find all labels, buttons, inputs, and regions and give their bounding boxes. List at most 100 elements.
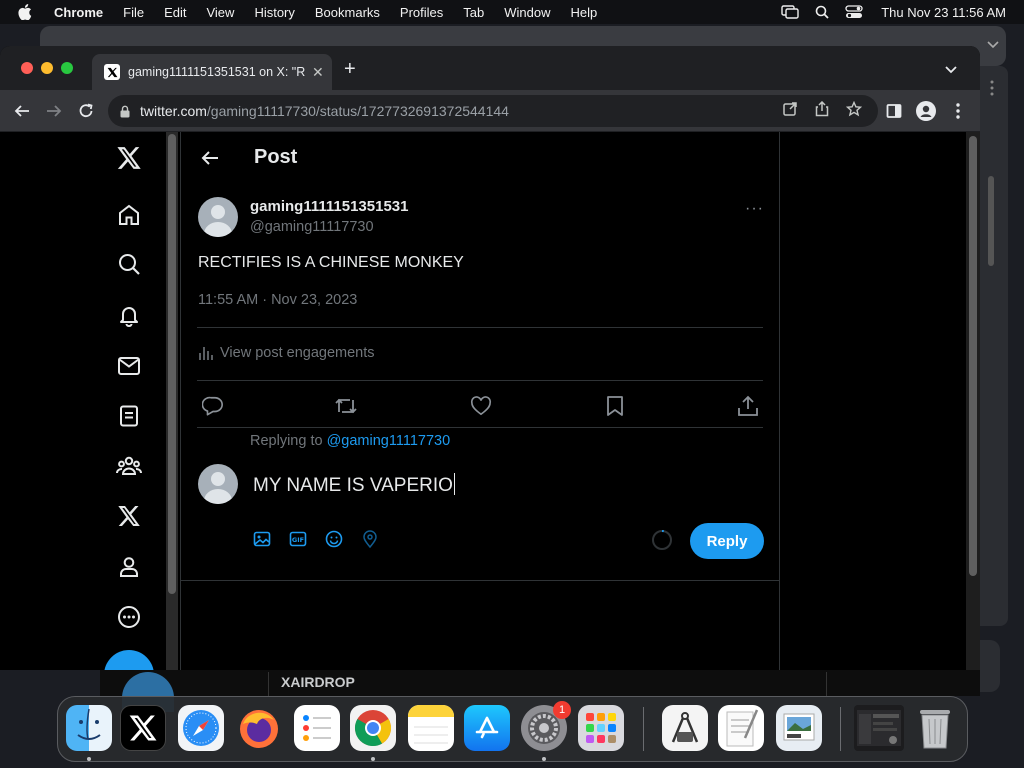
emoji-icon[interactable] (325, 530, 343, 548)
firefox-icon[interactable] (236, 705, 282, 751)
svg-text:GIF: GIF (292, 536, 304, 544)
author-display-name[interactable]: gaming1111151351531 (250, 198, 408, 215)
instruments-icon[interactable] (662, 705, 708, 751)
messages-envelope-icon[interactable] (116, 353, 142, 379)
explore-search-icon[interactable] (116, 251, 142, 277)
page-scrollbar-thumb[interactable] (969, 136, 977, 576)
home-icon[interactable] (116, 202, 142, 228)
forward-arrow-icon[interactable] (44, 101, 64, 121)
zoom-window-button[interactable] (61, 62, 73, 74)
post-more-options-icon[interactable]: ··· (745, 200, 764, 218)
divider (826, 672, 827, 696)
close-window-button[interactable] (21, 62, 33, 74)
textedit-icon[interactable] (718, 705, 764, 751)
browser-tab[interactable]: gaming1111151351531 on X: "R ✕ (92, 54, 332, 90)
replying-to-label: Replying to @gaming11117730 (250, 433, 450, 449)
lists-icon[interactable] (116, 403, 142, 429)
share-icon[interactable] (814, 101, 830, 117)
finder-icon[interactable] (66, 705, 112, 751)
back-arrow-icon[interactable] (12, 101, 32, 121)
premium-x-icon[interactable] (116, 503, 142, 529)
running-indicator (87, 757, 91, 761)
reminders-icon[interactable] (294, 705, 340, 751)
background-window-edge (978, 41, 1008, 626)
back-arrow-icon[interactable] (199, 147, 221, 169)
chrome-window: gaming1111151351531 on X: "R ✕ + twitter… (0, 46, 980, 670)
reply-icon[interactable] (201, 394, 225, 418)
right-sidebar (780, 132, 966, 670)
divider (181, 580, 779, 581)
safari-icon[interactable] (178, 705, 224, 751)
web-page: Post gaming1111151351531 @gaming11117730… (0, 132, 980, 670)
tab-strip: gaming1111151351531 on X: "R ✕ + (0, 46, 980, 90)
tab-search-chevron-icon[interactable] (944, 62, 958, 80)
profile-icon[interactable] (116, 554, 142, 580)
notes-icon[interactable] (408, 705, 454, 751)
address-bar[interactable]: twitter.com/gaming11117730/status/172773… (108, 95, 878, 127)
menu-file[interactable]: File (123, 5, 144, 20)
menu-help[interactable]: Help (571, 5, 598, 20)
menu-app-name[interactable]: Chrome (54, 5, 103, 20)
text-caret (453, 473, 455, 495)
reply-textarea[interactable]: MY NAME IS VAPERIO (253, 473, 455, 497)
bookmark-icon[interactable] (603, 394, 627, 418)
page-scrollbar[interactable] (966, 132, 980, 670)
chrome-icon[interactable] (350, 705, 396, 751)
app-store-icon[interactable] (464, 705, 510, 751)
control-center-icon[interactable] (845, 5, 863, 19)
scrollbar-thumb[interactable] (168, 134, 176, 594)
preview-icon[interactable] (776, 705, 822, 751)
divider (197, 380, 763, 381)
post-timestamp[interactable]: 11:55 AM · Nov 23, 2023 (198, 292, 357, 308)
character-count-ring (652, 530, 672, 550)
apple-icon[interactable] (18, 4, 38, 20)
reload-icon[interactable] (76, 101, 96, 121)
notification-badge: 1 (553, 701, 571, 719)
menu-tab[interactable]: Tab (463, 5, 484, 20)
menu-profiles[interactable]: Profiles (400, 5, 443, 20)
reply-button[interactable]: Reply (690, 523, 764, 559)
minimize-window-button[interactable] (41, 62, 53, 74)
menu-view[interactable]: View (206, 5, 234, 20)
view-engagements-link[interactable]: View post engagements (198, 345, 375, 361)
running-indicator (371, 757, 375, 761)
author-handle[interactable]: @gaming11117730 (250, 219, 374, 235)
bookmark-star-icon[interactable] (846, 101, 862, 117)
url-host: twitter.com (140, 103, 207, 119)
open-in-app-icon[interactable] (782, 101, 798, 117)
screen-mirroring-icon[interactable] (781, 5, 799, 19)
menu-history[interactable]: History (254, 5, 294, 20)
location-pin-icon[interactable] (361, 530, 379, 548)
dock: 1 (57, 696, 968, 762)
x-logo-icon[interactable] (116, 145, 142, 171)
launchpad-icon[interactable] (578, 705, 624, 751)
tab-close-icon[interactable]: ✕ (312, 64, 324, 81)
lock-icon[interactable] (120, 105, 130, 118)
author-avatar[interactable] (198, 197, 238, 237)
menu-edit[interactable]: Edit (164, 5, 186, 20)
like-heart-icon[interactable] (469, 394, 493, 418)
spotlight-search-icon[interactable] (815, 5, 829, 19)
side-panel-icon[interactable] (884, 101, 904, 121)
minimized-window-thumbnail[interactable] (854, 705, 904, 751)
new-tab-icon[interactable]: + (344, 59, 356, 79)
running-indicator (542, 757, 546, 761)
chrome-menu-icon[interactable] (948, 101, 968, 121)
media-image-icon[interactable] (253, 530, 271, 548)
dock-separator (643, 707, 644, 751)
x-app-icon[interactable] (120, 705, 166, 751)
menu-bookmarks[interactable]: Bookmarks (315, 5, 380, 20)
scrollbar[interactable] (166, 132, 178, 670)
menubar-clock[interactable]: Thu Nov 23 11:56 AM (881, 5, 1006, 20)
replying-mention-link[interactable]: @gaming11117730 (327, 433, 451, 449)
gif-icon[interactable]: GIF (289, 530, 307, 548)
notifications-bell-icon[interactable] (116, 302, 142, 328)
more-options-circle-icon[interactable] (116, 604, 142, 630)
profile-avatar-icon[interactable] (916, 101, 936, 121)
communities-icon[interactable] (116, 453, 142, 479)
share-upload-icon[interactable] (736, 394, 760, 418)
my-avatar[interactable] (198, 464, 238, 504)
repost-icon[interactable] (334, 394, 358, 418)
menu-window[interactable]: Window (504, 5, 550, 20)
trash-icon[interactable] (912, 705, 958, 751)
